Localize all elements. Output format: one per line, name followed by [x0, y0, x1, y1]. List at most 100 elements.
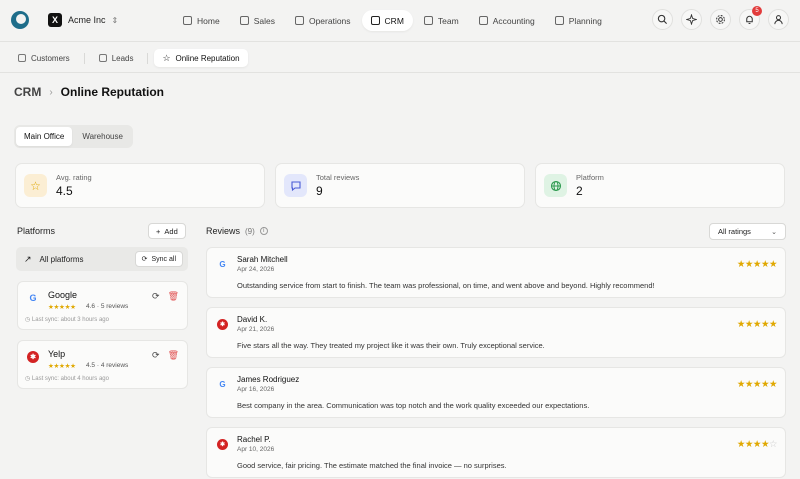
info-icon[interactable]: i [259, 227, 268, 235]
stat-label: Platform [576, 173, 604, 182]
nav-sales-icon [239, 16, 249, 25]
platform-review-count: · 4 reviews [96, 362, 129, 369]
app-logo[interactable] [11, 11, 29, 29]
reviewer-name: Sarah Mitchell [237, 255, 288, 264]
globe-icon [544, 174, 567, 197]
review-card[interactable]: ✱ David K. Apr 21, 2026 Five stars all the … [206, 307, 786, 358]
nav-operations-icon [294, 16, 304, 25]
nav-item-planning[interactable]: Planning [546, 10, 611, 31]
sparkle-icon [686, 14, 697, 25]
stat-value: 2 [576, 184, 583, 198]
star-icon: ★ [768, 319, 778, 330]
platform-card-google[interactable]: G Google ★★★★★ 4.6 · 5 reviews ◷ Last sy… [17, 281, 188, 330]
star-icon: ☆ [768, 439, 778, 450]
breadcrumb: CRM › Online Reputation [14, 85, 164, 99]
subtab-label: Customers [31, 53, 70, 63]
review-date: Apr 21, 2026 [237, 326, 275, 333]
crm-subtabs: Customers Leads ☆ Online Reputation [10, 49, 248, 67]
all-platforms-item[interactable]: ↗ All platforms ⟳ Sync all [16, 247, 188, 271]
platform-rating: 4.5 [86, 362, 96, 369]
sync-all-button[interactable]: ⟳ Sync all [134, 251, 183, 267]
review-text: Good service, fair pricing. The estimate… [237, 461, 507, 470]
platform-meta: 4.5 · 4 reviews [86, 362, 128, 369]
org-switcher[interactable]: X Acme Inc ⇕ [48, 13, 118, 27]
star-icon: ★ [736, 379, 746, 390]
nav-item-operations[interactable]: Operations [286, 10, 360, 31]
review-stars: ★★★★☆ [736, 439, 778, 450]
review-text: Outstanding service from start to finish… [237, 281, 655, 290]
platform-last-sync: ◷ Last sync: about 4 hours ago [25, 375, 109, 382]
review-card[interactable]: ✱ Rachel P. Apr 10, 2026 Good service, fair… [206, 427, 786, 478]
review-stars: ★★★★★ [737, 319, 778, 330]
search-icon [657, 14, 668, 25]
location-warehouse[interactable]: Warehouse [74, 127, 131, 146]
subtab-customers[interactable]: Customers [10, 49, 78, 67]
reviews-title: Reviews [206, 226, 241, 236]
last-sync-text: Last sync: about 3 hours ago [31, 317, 109, 323]
org-logo-icon: X [48, 13, 62, 27]
clock-icon: ◷ [25, 376, 31, 382]
add-label: Add [164, 226, 178, 236]
review-card[interactable]: G Sarah Mitchell Apr 24, 2026 Outstanding s… [206, 247, 786, 298]
page-title: Online Reputation [60, 85, 165, 99]
nav-item-crm[interactable]: CRM [361, 10, 413, 31]
profile-button[interactable] [768, 9, 789, 30]
review-stars: ★★★★★ [737, 259, 778, 270]
nav-item-team[interactable]: Team [415, 10, 468, 31]
review-date: Apr 10, 2026 [237, 446, 275, 453]
org-name: Acme Inc [68, 15, 106, 25]
ai-button[interactable] [681, 9, 702, 30]
google-icon: G [219, 260, 226, 269]
nav-item-label: Accounting [492, 15, 535, 26]
nav-item-label: Home [197, 15, 220, 26]
location-switcher: Main Office Warehouse [14, 125, 133, 148]
chevron-right-icon: › [49, 86, 53, 98]
nav-item-sales[interactable]: Sales [231, 10, 284, 31]
star-icon: ★ [760, 379, 770, 390]
star-icon: ★ [760, 319, 770, 330]
trash-icon[interactable]: 🗑 [168, 291, 179, 302]
nav-crm-icon [370, 16, 380, 25]
add-platform-button[interactable]: + Add [148, 223, 186, 239]
review-text: Five stars all the way. They treated my … [237, 341, 545, 350]
trash-icon[interactable]: 🗑 [168, 350, 179, 361]
platform-review-count: · 5 reviews [96, 303, 129, 310]
rating-filter-select[interactable]: All ratings ⌄ [709, 223, 786, 240]
all-platforms-label: All platforms [39, 254, 84, 264]
subtab-icon [98, 54, 107, 62]
top-bar: X Acme Inc ⇕ Home Sales Operations CRM Team A… [0, 0, 800, 41]
refresh-icon: ⟳ [141, 256, 148, 263]
subtab-online-reputation[interactable]: ☆ Online Reputation [154, 49, 248, 67]
platform-meta: 4.6 · 5 reviews [86, 303, 128, 310]
nav-home-icon [183, 16, 192, 25]
chevron-down-icon: ⌄ [771, 228, 777, 236]
breadcrumb-section[interactable]: CRM [14, 85, 41, 99]
star-icon: ★ [736, 439, 746, 450]
star-icon: ★ [760, 259, 770, 270]
user-icon [774, 15, 783, 25]
location-main-office[interactable]: Main Office [16, 127, 73, 146]
nav-planning-icon [554, 16, 564, 25]
subtab-label: Online Reputation [175, 53, 240, 63]
stat-label: Avg. rating [56, 173, 92, 182]
yelp-icon: ✱ [27, 351, 39, 363]
star-icon: ★ [752, 259, 762, 270]
subtab-leads[interactable]: Leads [91, 49, 142, 67]
search-button[interactable] [652, 9, 673, 30]
review-card[interactable]: G James Rodriguez Apr 16, 2026 Best company… [206, 367, 786, 418]
settings-button[interactable] [710, 9, 731, 30]
platform-rating: 4.6 [86, 303, 96, 310]
nav-item-home[interactable]: Home [174, 10, 229, 31]
toolbar: 5 [652, 6, 789, 30]
nav-item-label: Sales [253, 15, 275, 26]
nav-item-accounting[interactable]: Accounting [470, 10, 544, 31]
refresh-icon[interactable]: ⟳ [152, 350, 160, 361]
refresh-icon[interactable]: ⟳ [152, 291, 160, 302]
stat-card-avg-rating: ☆ Avg. rating 4.5 [15, 163, 265, 208]
platform-card-yelp[interactable]: ✱ Yelp ★★★★★ 4.5 · 4 reviews ◷ Last sync… [17, 340, 188, 389]
platform-name: Google [48, 290, 78, 300]
subtab-icon [18, 54, 26, 62]
reviews-count: (9) [245, 226, 255, 236]
notifications-button[interactable]: 5 [739, 6, 762, 30]
stat-card-platform: Platform 2 [535, 163, 785, 208]
